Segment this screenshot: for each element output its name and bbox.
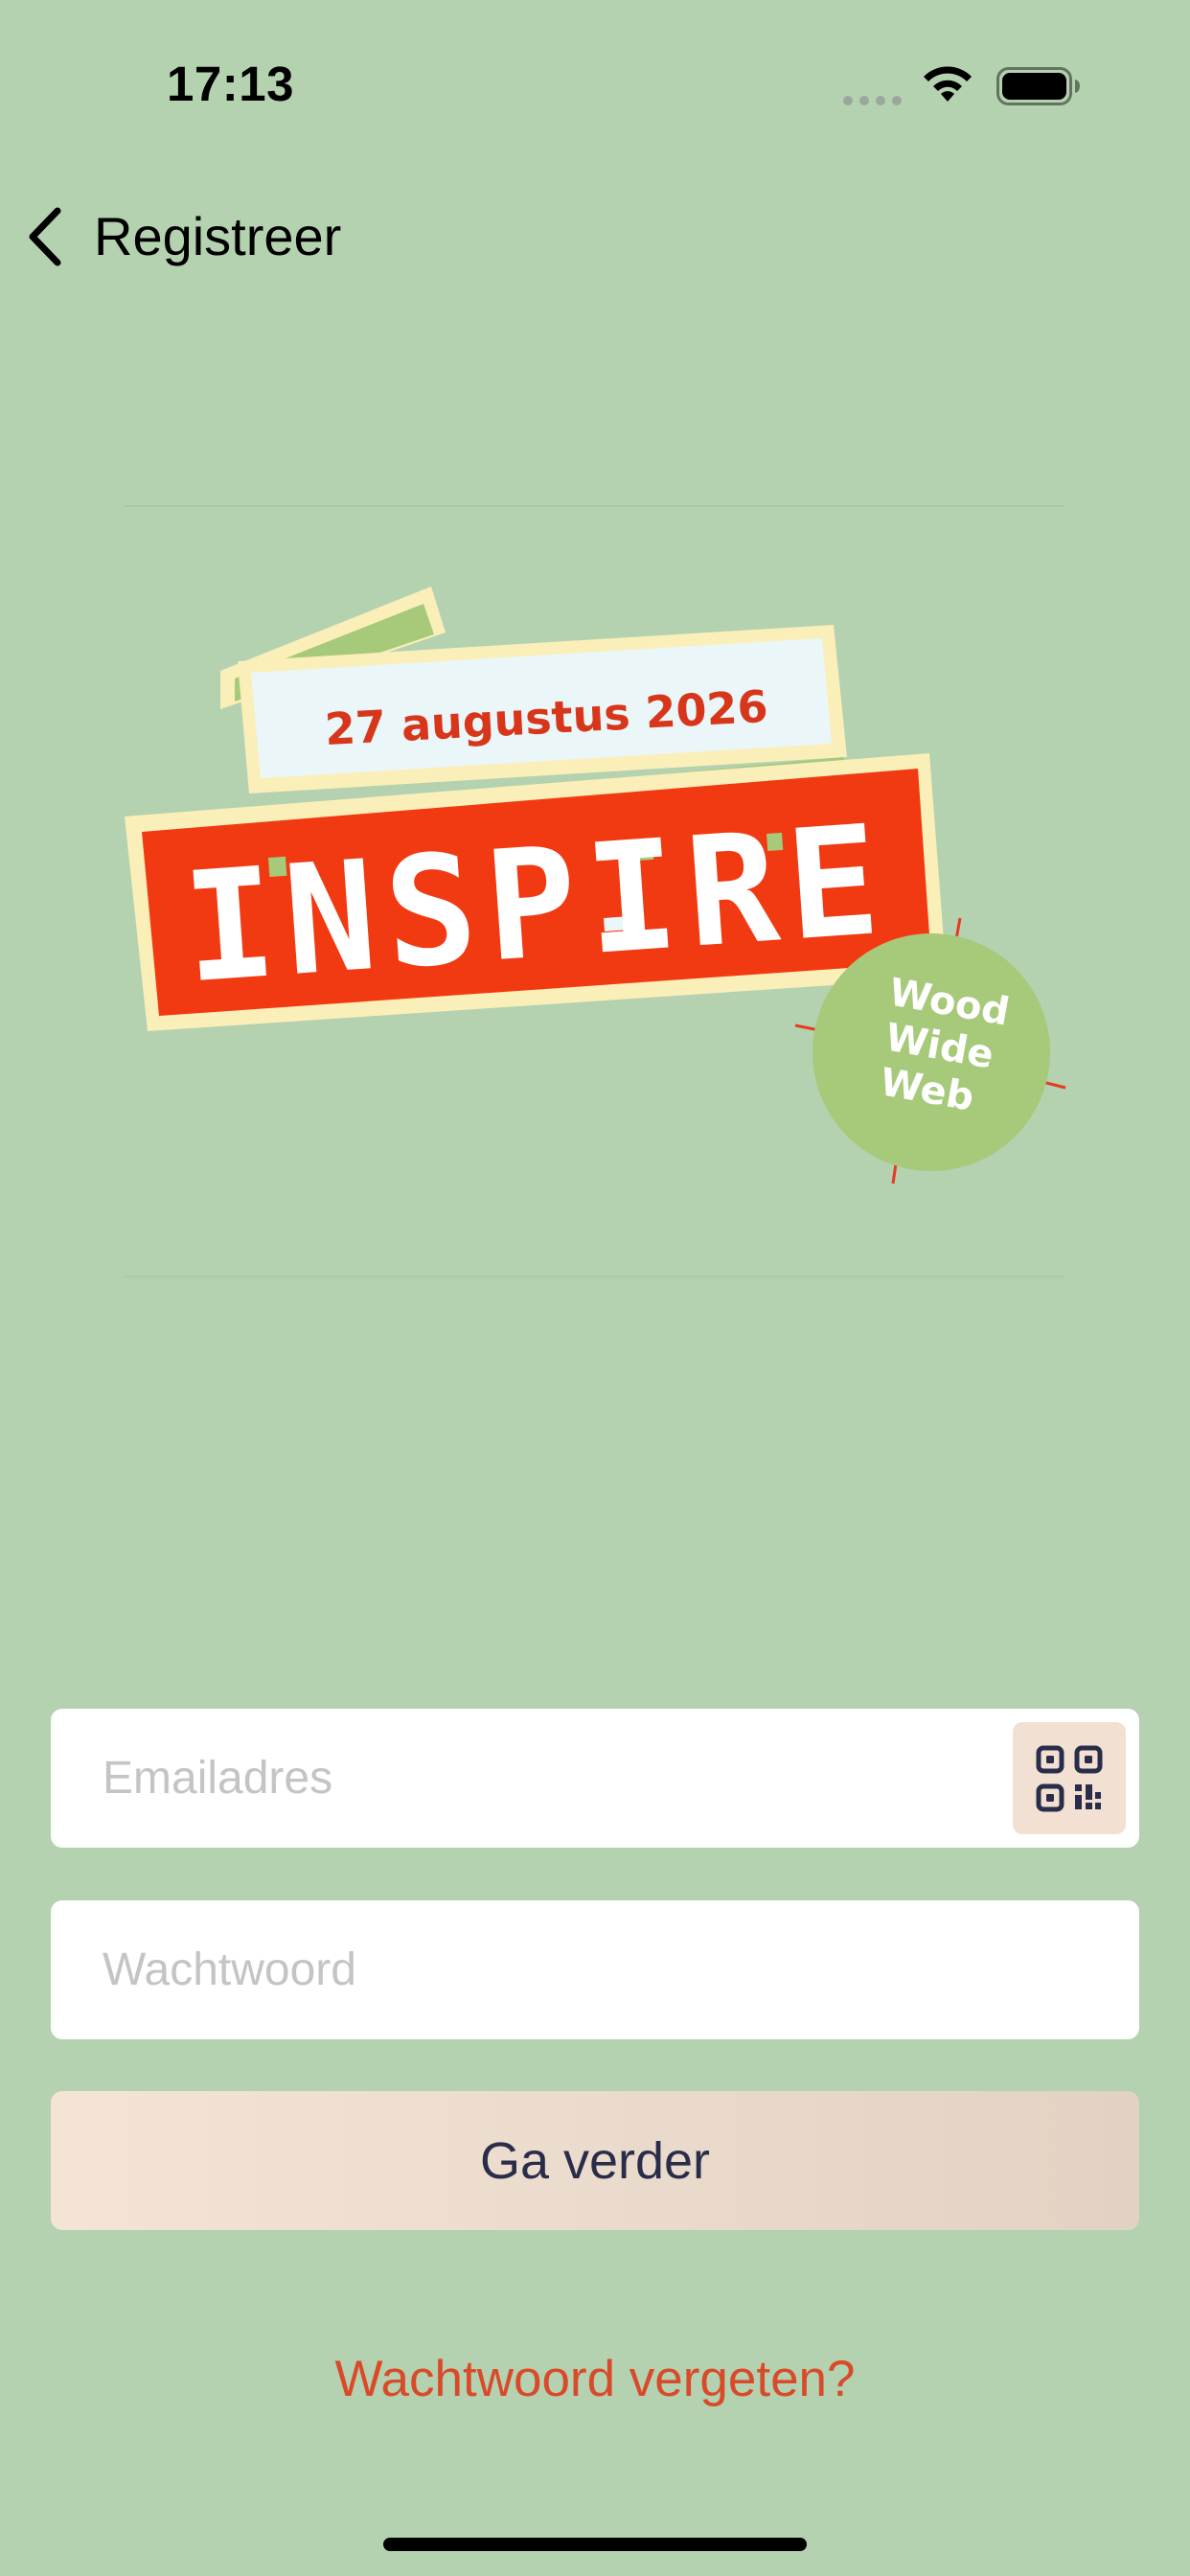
battery-icon	[996, 67, 1080, 105]
back-button[interactable]: Registreer	[23, 197, 341, 276]
back-button-label: Registreer	[94, 206, 342, 266]
email-field[interactable]	[51, 1709, 1139, 1848]
home-indicator	[383, 2538, 807, 2551]
password-field[interactable]	[51, 1900, 1139, 2039]
qr-code-icon	[1036, 1745, 1103, 1811]
continue-button[interactable]: Ga verder	[51, 2091, 1139, 2230]
inspire-event-logo: 27 augustus 2026 INSPIRE Wood Wide Web	[125, 586, 1066, 1184]
chevron-left-icon	[29, 207, 61, 266]
continue-button-label: Ga verder	[479, 2131, 711, 2190]
wifi-icon	[924, 66, 972, 102]
cellular-dots-icon	[843, 96, 902, 105]
logo-bottom-divider	[125, 1276, 1064, 1277]
forgot-password-link[interactable]: Wachtwoord vergeten?	[0, 2350, 1190, 2408]
logo-top-divider	[125, 505, 1064, 507]
qr-scan-button[interactable]	[1013, 1722, 1126, 1834]
status-time: 17:13	[167, 57, 294, 111]
password-input[interactable]	[51, 1900, 1139, 2039]
email-input[interactable]	[51, 1709, 1139, 1848]
